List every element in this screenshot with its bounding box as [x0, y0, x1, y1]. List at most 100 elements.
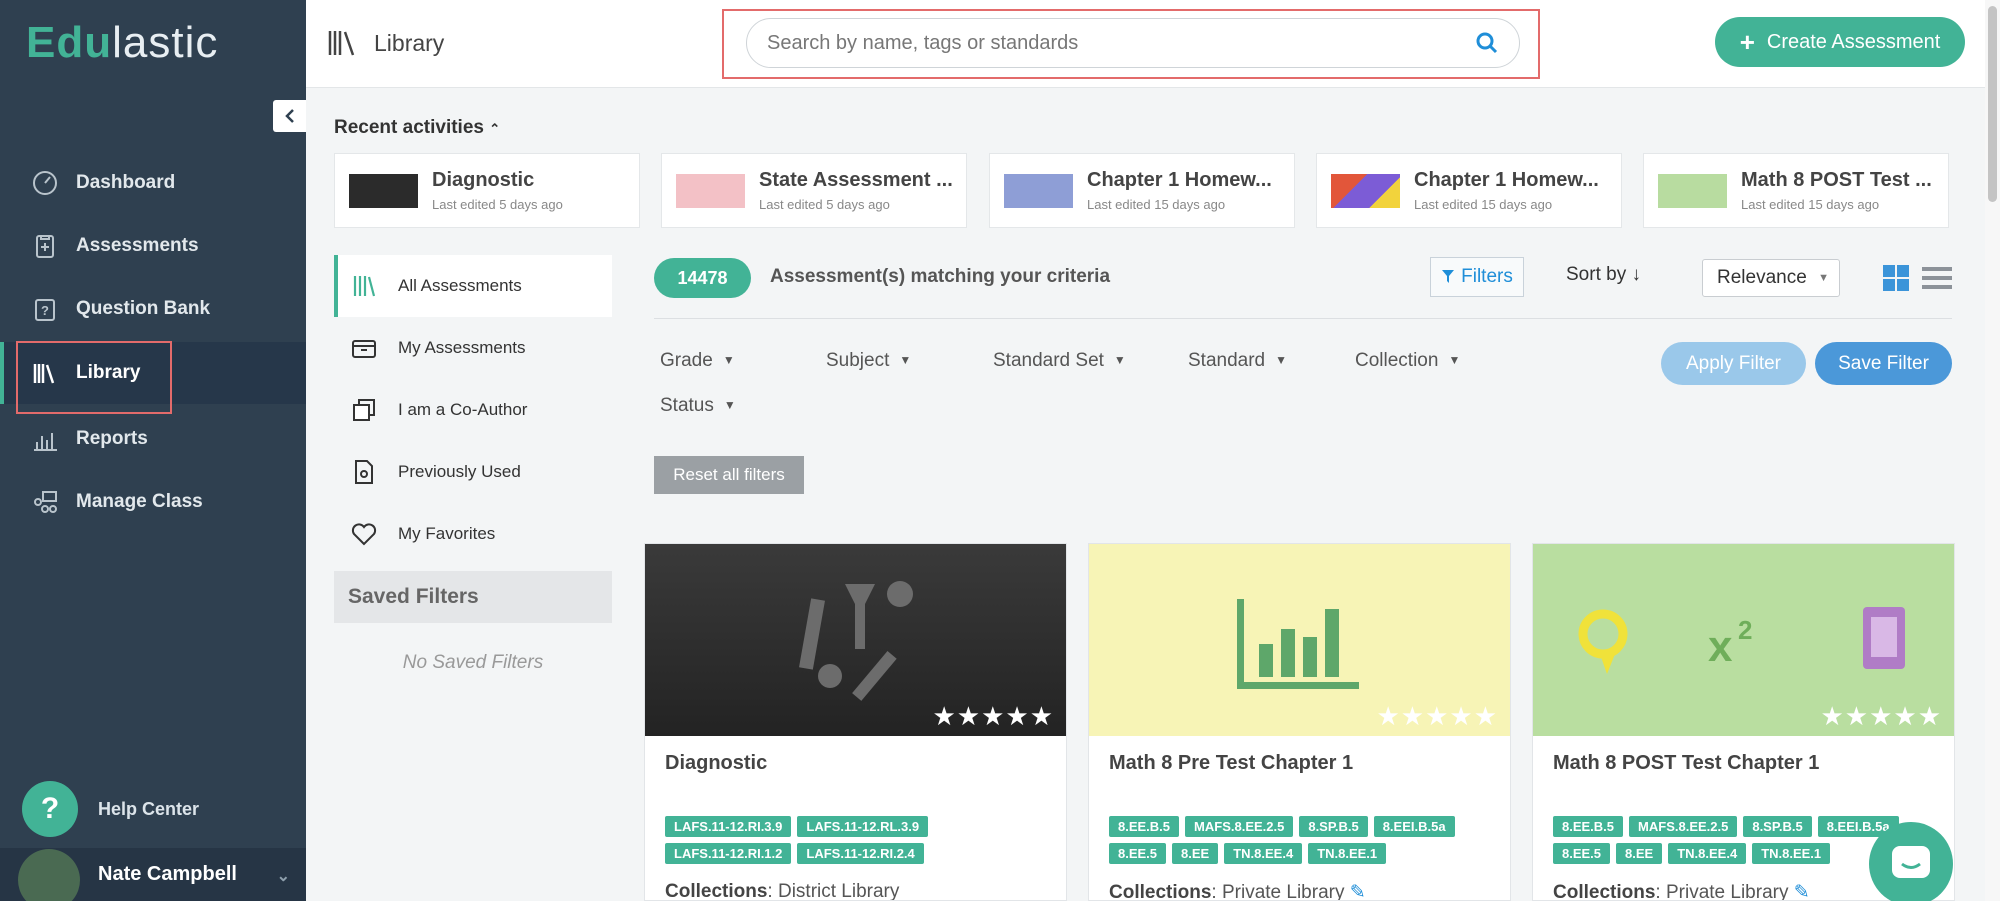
standard-tag: 8.EE.5	[1553, 843, 1611, 864]
recent-title: Chapter 1 Homew...	[1414, 169, 1599, 191]
sidebar-item-question-bank[interactable]: ? Question Bank	[0, 278, 306, 340]
recent-title: State Assessment ...	[759, 169, 953, 191]
filters-button[interactable]: Filters	[1430, 257, 1524, 297]
tools-illustration	[799, 581, 913, 701]
grid-view-icon[interactable]	[1882, 264, 1910, 292]
menu-my-assessments[interactable]: My Assessments	[334, 317, 612, 379]
sidebar: Edulastic Dashboard Assessments ? Questi…	[0, 0, 306, 901]
reset-filters-button[interactable]: Reset all filters	[654, 456, 804, 494]
no-saved-filters-text: No Saved Filters	[402, 652, 544, 673]
sidebar-item-assessments[interactable]: Assessments	[0, 215, 306, 277]
sidebar-item-dashboard[interactable]: Dashboard	[0, 152, 306, 214]
menu-co-author[interactable]: I am a Co-Author	[334, 379, 612, 441]
standard-set-dropdown[interactable]: Standard Set ▼	[993, 350, 1126, 372]
sidebar-item-manage-class[interactable]: Manage Class	[0, 471, 306, 533]
menu-my-favorites[interactable]: My Favorites	[334, 503, 612, 565]
card-title: Math 8 Pre Test Chapter 1	[1109, 752, 1354, 774]
saved-filters-heading: Saved Filters	[334, 571, 612, 623]
standard-tag: 8.SP.B.5	[1299, 816, 1368, 837]
card-thumbnail: x2 ★★★★★	[1533, 544, 1954, 736]
dropdown-label: Grade	[660, 350, 713, 371]
menu-label: Previously Used	[398, 462, 521, 481]
user-name: Nate Campbell	[98, 863, 237, 885]
user-menu[interactable]: Nate Campbell ⌄	[0, 848, 306, 901]
sidebar-item-label: Manage Class	[76, 491, 203, 512]
recent-subtitle: Last edited 5 days ago	[432, 197, 563, 212]
recent-card-3[interactable]: Chapter 1 Homew... Last edited 15 days ag…	[1316, 153, 1622, 228]
list-view-icon[interactable]	[1922, 266, 1952, 290]
logo-part2: lastic	[112, 18, 219, 67]
menu-previously-used[interactable]: Previously Used	[334, 441, 612, 503]
dropdown-label: Collection	[1355, 350, 1439, 371]
sidebar-item-label: Assessments	[76, 235, 199, 256]
standard-tag: TN.8.EE.1	[1752, 843, 1831, 864]
math-illustration: x2	[1578, 607, 1905, 674]
sidebar-item-reports[interactable]: Reports	[0, 408, 306, 470]
divider	[654, 318, 1952, 319]
recent-card-4[interactable]: Math 8 POST Test ... Last edited 15 days …	[1643, 153, 1949, 228]
recent-card-0[interactable]: Diagnostic Last edited 5 days ago	[334, 153, 640, 228]
pencil-icon[interactable]: ✎	[1350, 882, 1366, 900]
assessment-card[interactable]: ★★★★★ Diagnostic LAFS.11-12.RI.3.9 LAFS.…	[644, 543, 1067, 901]
collection-value: Private Library	[1221, 882, 1345, 901]
collapse-sidebar-button[interactable]	[273, 100, 306, 132]
standard-dropdown[interactable]: Standard ▼	[1188, 350, 1287, 372]
collection-dropdown[interactable]: Collection ▼	[1355, 350, 1460, 372]
assessment-card[interactable]: ★★★★★ Math 8 Pre Test Chapter 1 8.EE.B.5…	[1088, 543, 1511, 901]
apply-filter-button[interactable]: Apply Filter	[1661, 342, 1806, 385]
caret-down-icon: ▼	[723, 398, 736, 412]
recent-title: Math 8 POST Test ...	[1741, 169, 1932, 191]
menu-all-assessments[interactable]: All Assessments	[334, 255, 612, 317]
card-thumbnail: ★★★★★	[645, 544, 1066, 736]
help-center-link[interactable]: ? Help Center	[22, 781, 199, 837]
card-collection: Collections: Private Library ✎	[1553, 882, 1810, 901]
standard-tag: 8.EE	[1616, 843, 1663, 864]
plus-icon: +	[1739, 26, 1755, 57]
edulastic-logo[interactable]: Edulastic	[26, 18, 218, 68]
manage-class-icon	[34, 491, 57, 513]
pencil-icon[interactable]: ✎	[1794, 882, 1810, 900]
caret-down-icon: ▼	[1113, 353, 1126, 367]
card-title: Diagnostic	[665, 752, 768, 774]
standard-tag: TN.8.EE.4	[1224, 843, 1303, 864]
grade-dropdown[interactable]: Grade ▼	[660, 350, 735, 372]
page-title: Library	[326, 28, 444, 58]
dropdown-label: Standard Set	[993, 350, 1104, 371]
chat-button[interactable]	[1869, 822, 1953, 901]
standard-tag: MAFS.8.EE.2.5	[1629, 816, 1738, 837]
standard-tag: 8.EE	[1172, 843, 1219, 864]
search-input[interactable]: Search by name, tags or standards	[746, 18, 1520, 68]
recent-thumbnail	[349, 173, 418, 208]
standard-tag: 8.EE.B.5	[1109, 816, 1180, 837]
recent-thumbnail	[1331, 173, 1400, 208]
recent-thumbnail	[676, 173, 745, 208]
recent-subtitle: Last edited 15 days ago	[1741, 197, 1880, 212]
standard-tag: LAFS.11-12.RI.3.9	[665, 816, 792, 837]
save-filter-button[interactable]: Save Filter	[1815, 342, 1952, 385]
collection-value: District Library	[777, 881, 900, 901]
standard-tag: LAFS.11-12.RI.1.2	[665, 843, 792, 864]
copy-icon	[353, 399, 375, 421]
result-count-label: Assessment(s) matching your criteria	[770, 266, 1111, 287]
sidebar-item-label: Reports	[76, 428, 148, 449]
recent-activities-heading: Recent activities	[334, 117, 484, 138]
scrollbar-thumb[interactable]	[1988, 6, 1997, 202]
bar-chart-icon	[1237, 599, 1359, 689]
recent-card-1[interactable]: State Assessment ... Last edited 5 days a…	[661, 153, 967, 228]
standard-tag: LAFS.11-12.RL.3.9	[797, 816, 929, 837]
sort-select[interactable]: Relevance ▼	[1702, 259, 1840, 297]
standard-tag: 8.EE.B.5	[1553, 816, 1624, 837]
clipboard-icon	[36, 235, 54, 258]
status-dropdown[interactable]: Status ▼	[660, 395, 736, 417]
standards-tags: LAFS.11-12.RI.3.9 LAFS.11-12.RL.3.9 LAFS…	[665, 816, 1055, 864]
recent-activities-toggle[interactable]: Recent activities ⌃	[334, 117, 500, 139]
dashboard-icon	[33, 171, 57, 195]
page-scrollbar[interactable]	[1985, 0, 2000, 901]
create-assessment-button[interactable]: + Create Assessment	[1715, 17, 1965, 67]
recent-card-2[interactable]: Chapter 1 Homew... Last edited 15 days ag…	[989, 153, 1295, 228]
help-icon: ?	[22, 781, 78, 837]
search-icon[interactable]	[1475, 31, 1499, 55]
arrow-down-icon: ↓	[1631, 264, 1641, 285]
sort-by-toggle[interactable]: Sort by ↓	[1566, 264, 1641, 286]
subject-dropdown[interactable]: Subject ▼	[826, 350, 911, 372]
